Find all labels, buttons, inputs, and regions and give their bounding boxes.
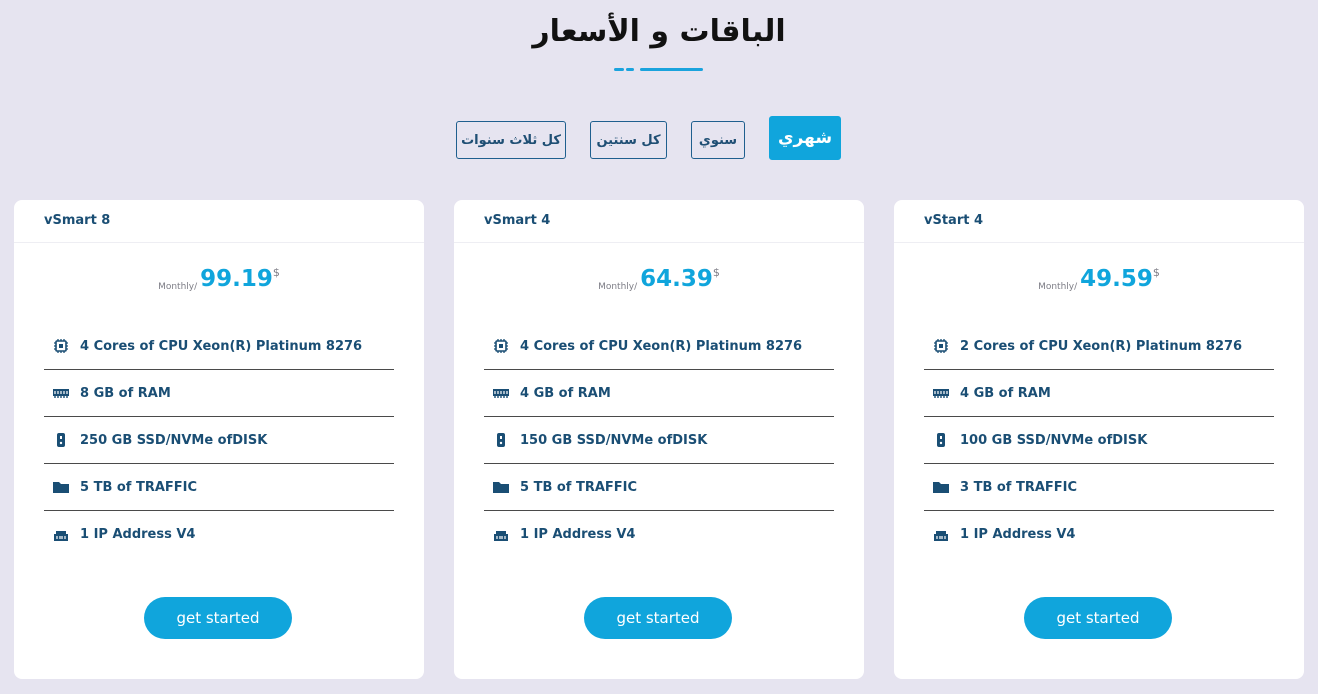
feature-list: 2 Cores of CPU Xeon(R) Platinum 8276 4 G…: [924, 323, 1274, 558]
cpu-icon: [492, 338, 510, 354]
feature-item: 2 Cores of CPU Xeon(R) Platinum 8276: [924, 323, 1274, 370]
feature-item: 1 IP Address V4: [44, 511, 394, 558]
feature-label: 8 GB of RAM: [80, 385, 171, 401]
feature-item: 150 GB SSD/NVMe ofDISK: [484, 417, 834, 464]
feature-label: 1 IP Address V4: [80, 527, 196, 542]
folder-icon: [492, 479, 510, 495]
feature-item: 250 GB SSD/NVMe ofDISK: [44, 417, 394, 464]
get-started-button[interactable]: get started: [584, 597, 732, 639]
feature-list: 4 Cores of CPU Xeon(R) Platinum 8276 8 G…: [44, 323, 394, 558]
price-amount: 99.19: [200, 266, 273, 292]
currency-symbol: $: [712, 266, 720, 279]
get-started-button[interactable]: get started: [1024, 597, 1172, 639]
currency-symbol: $: [272, 266, 280, 279]
feature-label: 250 GB SSD/NVMe ofDISK: [80, 432, 268, 448]
feature-label: 4 GB of RAM: [960, 385, 1051, 401]
memory-icon: [52, 385, 70, 401]
tab-yearly[interactable]: سنوي: [691, 121, 745, 159]
feature-label: 4 Cores of CPU Xeon(R) Platinum 8276: [80, 338, 363, 354]
feature-label: 100 GB SSD/NVMe ofDISK: [960, 432, 1148, 448]
tab-triennial[interactable]: كل ثلاث سنوات: [456, 121, 566, 159]
feature-label: 1 IP Address V4: [960, 527, 1076, 542]
cpu-icon: [52, 338, 70, 354]
section-title: الباقات و الأسعار: [532, 14, 786, 49]
title-divider-dash: [626, 68, 634, 71]
feature-item: 3 TB of TRAFFIC: [924, 464, 1274, 511]
disk-icon: [932, 432, 950, 448]
disk-icon: [492, 432, 510, 448]
feature-item: 4 Cores of CPU Xeon(R) Platinum 8276: [44, 323, 394, 370]
memory-icon: [492, 385, 510, 401]
disk-icon: [52, 432, 70, 448]
feature-item: 4 Cores of CPU Xeon(R) Platinum 8276: [484, 323, 834, 370]
billing-period-label: Monthly/: [598, 282, 638, 292]
plan-price: Monthly/99.19$: [14, 266, 424, 292]
plan-price: Monthly/64.39$: [454, 266, 864, 292]
folder-icon: [52, 479, 70, 495]
billing-period-label: Monthly/: [158, 282, 198, 292]
plan-name: vSmart 4: [454, 200, 864, 243]
memory-icon: [932, 385, 950, 401]
title-divider: [640, 68, 703, 71]
feature-label: 150 GB SSD/NVMe ofDISK: [520, 432, 708, 448]
feature-list: 4 Cores of CPU Xeon(R) Platinum 8276 4 G…: [484, 323, 834, 558]
feature-item: 4 GB of RAM: [924, 370, 1274, 417]
billing-period-tabs: شهري سنوي كل سنتين كل ثلاث سنوات: [0, 116, 1318, 160]
pricing-card: vSmart 8 Monthly/99.19$ 4 Cores of CPU X…: [14, 200, 424, 679]
plan-price: Monthly/49.59$: [894, 266, 1304, 292]
feature-item: 8 GB of RAM: [44, 370, 394, 417]
network-icon: [52, 527, 70, 543]
tab-monthly[interactable]: شهري: [769, 116, 841, 160]
currency-symbol: $: [1152, 266, 1160, 279]
get-started-button[interactable]: get started: [144, 597, 292, 639]
folder-icon: [932, 479, 950, 495]
feature-label: 2 Cores of CPU Xeon(R) Platinum 8276: [960, 338, 1243, 354]
pricing-card: vStart 4 Monthly/49.59$ 2 Cores of CPU X…: [894, 200, 1304, 679]
pricing-card: vSmart 4 Monthly/64.39$ 4 Cores of CPU X…: [454, 200, 864, 679]
feature-label: 4 GB of RAM: [520, 385, 611, 401]
cpu-icon: [932, 338, 950, 354]
network-icon: [492, 527, 510, 543]
feature-label: 3 TB of TRAFFIC: [960, 479, 1078, 495]
feature-item: 4 GB of RAM: [484, 370, 834, 417]
feature-label: 1 IP Address V4: [520, 527, 636, 542]
feature-item: 1 IP Address V4: [924, 511, 1274, 558]
feature-label: 4 Cores of CPU Xeon(R) Platinum 8276: [520, 338, 803, 354]
feature-item: 100 GB SSD/NVMe ofDISK: [924, 417, 1274, 464]
billing-period-label: Monthly/: [1038, 282, 1078, 292]
feature-item: 5 TB of TRAFFIC: [484, 464, 834, 511]
feature-item: 1 IP Address V4: [484, 511, 834, 558]
feature-label: 5 TB of TRAFFIC: [520, 479, 638, 495]
price-amount: 49.59: [1080, 266, 1153, 292]
plan-name: vStart 4: [894, 200, 1304, 243]
title-divider-dash: [614, 68, 624, 71]
tab-biennial[interactable]: كل سنتين: [590, 121, 667, 159]
feature-label: 5 TB of TRAFFIC: [80, 479, 198, 495]
plan-name: vSmart 8: [14, 200, 424, 243]
price-amount: 64.39: [640, 266, 713, 292]
feature-item: 5 TB of TRAFFIC: [44, 464, 394, 511]
network-icon: [932, 527, 950, 543]
